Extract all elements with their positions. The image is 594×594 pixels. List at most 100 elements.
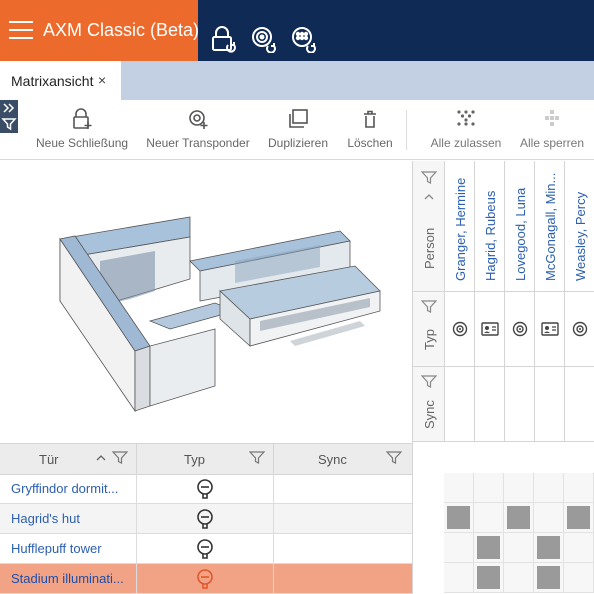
filter-icon[interactable] [421, 300, 437, 314]
permission-cell[interactable] [504, 473, 534, 503]
lock-sync-icon[interactable] [210, 25, 238, 53]
sort-chevron-icon[interactable] [424, 193, 434, 201]
cylinder-lock-icon [197, 509, 213, 529]
door-name[interactable]: Gryffindor dormit... [11, 481, 133, 496]
toolbar-separator [406, 110, 407, 150]
permission-cell-granted[interactable] [474, 533, 504, 563]
allow-all-label: Alle zulassen [430, 136, 502, 150]
column-header-typ[interactable]: Typ [184, 452, 205, 467]
sidebar-toggle[interactable] [0, 100, 18, 133]
filter-icon[interactable] [421, 375, 437, 389]
permission-cell[interactable] [444, 473, 474, 503]
permission-cell-granted[interactable] [444, 503, 474, 533]
person-sync-cell [504, 367, 535, 442]
cylinder-lock-icon [197, 569, 213, 589]
app-title: AXM Classic (Beta) [43, 20, 200, 40]
person-filter-header[interactable]: Person [413, 161, 444, 292]
permission-cell-granted[interactable] [504, 503, 534, 533]
delete-label: Löschen [347, 136, 393, 150]
network-sync-icon[interactable] [290, 25, 318, 54]
card-icon [541, 322, 559, 336]
permission-cell[interactable] [474, 503, 504, 533]
cell-divider [136, 534, 137, 563]
duplicate-icon [289, 109, 308, 128]
new-transponder-label: Neuer Transponder [146, 136, 250, 150]
table-row[interactable]: Hagrid's hut [0, 504, 412, 534]
tab-label: Matrixansicht [11, 73, 94, 89]
permission-cell[interactable] [444, 563, 474, 593]
person-sync-cell [534, 367, 565, 442]
cell-divider [273, 534, 274, 563]
cell-divider [273, 504, 274, 533]
permission-cell-granted[interactable] [534, 533, 564, 563]
person-name[interactable]: Lovegood, Luna [513, 188, 528, 281]
transponder-sync-icon[interactable] [250, 25, 278, 54]
door-name[interactable]: Stadium illuminati... [11, 571, 133, 586]
permission-cell-granted[interactable] [564, 503, 594, 533]
permission-cell[interactable] [564, 563, 594, 593]
typ-label: Typ [422, 329, 437, 350]
permission-cell[interactable] [504, 563, 534, 593]
table-row[interactable]: Gryffindor dormit... [0, 474, 412, 504]
filter-icon[interactable] [249, 451, 265, 465]
permission-cell[interactable] [534, 473, 564, 503]
cell-divider [273, 474, 274, 503]
tab-close-icon[interactable]: × [98, 72, 106, 88]
person-sync-cell [564, 367, 594, 442]
allow-all-button[interactable]: Alle zulassen [430, 108, 502, 154]
door-name[interactable]: Hagrid's hut [11, 511, 133, 526]
person-sync-cell [444, 367, 475, 442]
building-illustration [0, 161, 412, 441]
transponder-icon [512, 321, 528, 337]
door-name[interactable]: Hufflepuff tower [11, 541, 133, 556]
permission-cell[interactable] [504, 533, 534, 563]
permission-cell-granted[interactable] [474, 563, 504, 593]
delete-button[interactable]: Löschen [346, 108, 394, 154]
table-row[interactable]: Stadium illuminati... [0, 564, 412, 594]
person-type-cell [564, 292, 594, 367]
permission-cell-granted[interactable] [534, 563, 564, 593]
duplicate-button[interactable]: Duplizieren [266, 108, 330, 154]
cylinder-lock-icon [197, 479, 213, 499]
transponder-icon [452, 321, 468, 337]
duplicate-label: Duplizieren [267, 136, 329, 150]
person-name[interactable]: Hagrid, Rubeus [483, 191, 498, 281]
permission-cell[interactable] [474, 473, 504, 503]
permission-cell[interactable] [564, 473, 594, 503]
filter-icon[interactable] [421, 171, 437, 185]
block-all-label: Alle sperren [519, 136, 585, 150]
table-row[interactable]: Hufflepuff tower [0, 534, 412, 564]
cell-divider [136, 504, 137, 533]
typ-filter-header[interactable]: Typ [413, 292, 444, 367]
column-header-door[interactable]: Tür [39, 452, 59, 467]
card-icon [481, 322, 499, 336]
permission-cell[interactable] [564, 533, 594, 563]
sort-chevron-icon[interactable] [96, 454, 106, 462]
permission-cell[interactable] [444, 533, 474, 563]
person-column-header[interactable]: Weasley, Percy [564, 161, 594, 292]
hamburger-menu-icon[interactable] [9, 21, 33, 39]
trash-icon [364, 110, 376, 128]
person-type-cell [474, 292, 505, 367]
person-name[interactable]: McGonagall, Min... [543, 173, 558, 281]
column-header-sync[interactable]: Sync [318, 452, 347, 467]
permission-cell[interactable] [534, 503, 564, 533]
new-lock-button[interactable]: Neue Schließung [36, 108, 128, 154]
cylinder-lock-icon [197, 539, 213, 559]
person-name[interactable]: Weasley, Percy [573, 192, 588, 281]
cell-divider [136, 564, 137, 593]
sync-filter-header[interactable]: Sync [413, 367, 444, 442]
door-table-header [0, 443, 412, 475]
person-column-header[interactable]: Granger, Hermine [444, 161, 475, 292]
filter-icon[interactable] [112, 451, 128, 465]
person-column-header[interactable]: Hagrid, Rubeus [474, 161, 505, 292]
new-transponder-button[interactable]: Neuer Transponder [146, 108, 250, 154]
filter-icon[interactable] [386, 451, 402, 465]
block-all-button[interactable]: Alle sperren [516, 108, 588, 154]
person-name[interactable]: Granger, Hermine [453, 178, 468, 281]
person-type-cell [444, 292, 475, 367]
person-column-header[interactable]: Lovegood, Luna [504, 161, 535, 292]
person-column-header[interactable]: McGonagall, Min... [534, 161, 565, 292]
cell-divider [273, 564, 274, 593]
column-divider [273, 444, 274, 474]
